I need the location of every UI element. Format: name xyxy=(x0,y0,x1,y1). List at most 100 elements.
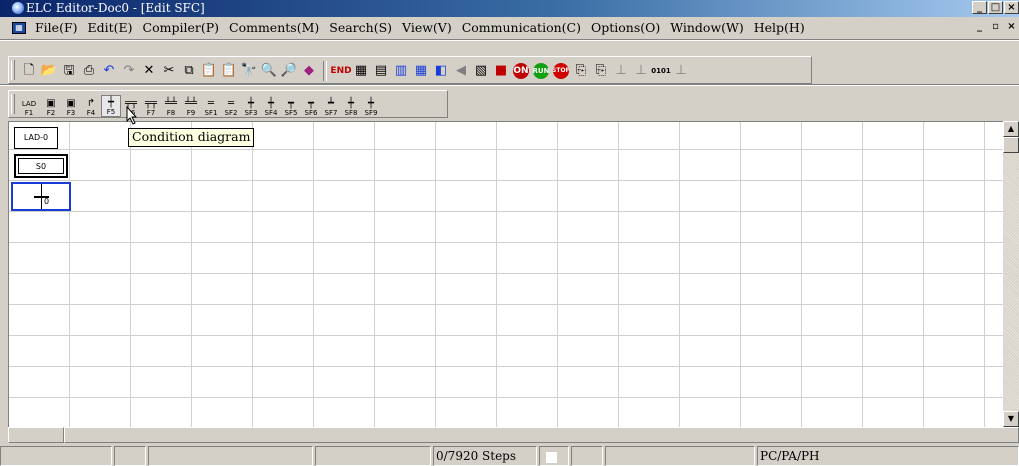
binary-icon[interactable]: 0101 xyxy=(651,61,671,81)
step-label: S0 xyxy=(18,158,64,174)
monitor-icon[interactable]: ▦ xyxy=(411,61,431,81)
menu-file[interactable]: File(F) xyxy=(30,19,83,37)
sf3-button[interactable]: ┿ SF3 xyxy=(241,95,261,118)
stepper-icon[interactable]: ▧ xyxy=(471,61,491,81)
sfc-editor-canvas[interactable] xyxy=(8,121,1004,428)
zoom-in-icon[interactable]: 🔍 xyxy=(259,61,279,81)
sheet-tab[interactable] xyxy=(8,427,64,443)
back-icon[interactable]: ◀ xyxy=(451,61,471,81)
stop-icon[interactable]: STOP xyxy=(553,63,569,79)
function-key-label: SF3 xyxy=(244,109,258,117)
minimize-button[interactable]: _ xyxy=(972,1,987,14)
download-icon[interactable]: ⎘ xyxy=(591,61,611,81)
function-key-label: F2 xyxy=(46,109,56,117)
indicator-box xyxy=(546,452,557,463)
convergence-icon: ╤╤ xyxy=(144,98,158,109)
doc-restore-button[interactable]: ▫ xyxy=(988,21,1003,34)
sf6-icon: ┯ xyxy=(307,98,315,109)
menu-communication[interactable]: Communication(C) xyxy=(457,19,586,37)
window-controls: _ □ × xyxy=(971,1,1019,14)
mouse-cursor-icon xyxy=(126,106,138,125)
function-key-label: F3 xyxy=(66,109,76,117)
ladder-mode-button[interactable]: LAD F1 xyxy=(19,95,39,117)
copy-icon[interactable]: ⧉ xyxy=(179,61,199,81)
scroll-down-button[interactable]: ▼ xyxy=(1003,411,1019,427)
code-icon[interactable]: ⊥ xyxy=(631,61,651,81)
doc-minimize-button[interactable]: _ xyxy=(972,21,987,34)
menu-search[interactable]: Search(S) xyxy=(324,19,397,37)
scroll-thumb[interactable] xyxy=(1003,137,1019,153)
delete-icon[interactable]: ✕ xyxy=(139,61,159,81)
find-icon[interactable]: 🔭 xyxy=(239,61,259,81)
tooltip: Condition diagram xyxy=(128,128,255,147)
sf1-button[interactable]: ═ SF1 xyxy=(201,95,221,118)
module-icon[interactable]: ▤ xyxy=(371,61,391,81)
sf2-button[interactable]: ═ SF2 xyxy=(221,95,241,118)
status-pane-7 xyxy=(605,446,755,466)
lad-block[interactable]: LAD-0 xyxy=(14,127,58,149)
sf8-button[interactable]: ┿ SF8 xyxy=(341,95,361,118)
vertical-scrollbar[interactable]: ▲ ▼ xyxy=(1003,121,1019,427)
function-key-label: SF4 xyxy=(264,109,278,117)
menu-window[interactable]: Window(W) xyxy=(665,19,749,37)
zoom-out-icon[interactable]: 🔎 xyxy=(279,61,299,81)
step-initial-button[interactable]: ▣ F2 xyxy=(41,95,61,118)
sf5-button[interactable]: ┯ SF5 xyxy=(281,95,301,118)
sf6-button[interactable]: ┯ SF6 xyxy=(301,95,321,118)
sheet-tab-strip xyxy=(8,427,1019,443)
output-icon[interactable]: ⊥ xyxy=(671,61,691,81)
convergence-2-icon: ╧╧ xyxy=(184,98,198,109)
toolbar-grip[interactable] xyxy=(11,60,15,80)
run-icon[interactable]: RUN xyxy=(533,63,549,79)
new-icon[interactable]: 🗋 xyxy=(19,61,39,81)
menu-comments[interactable]: Comments(M) xyxy=(224,19,324,37)
maximize-button[interactable]: □ xyxy=(988,1,1003,14)
undo-icon[interactable]: ↶ xyxy=(99,61,119,81)
divergence-2-button[interactable]: ╧╧ F8 xyxy=(161,95,181,118)
document-menu-icon[interactable]: ▦ xyxy=(12,22,26,34)
step-button[interactable]: ▣ F3 xyxy=(61,95,81,118)
horizontal-scrollbar[interactable] xyxy=(64,427,1019,443)
function-key-label: F1 xyxy=(24,109,34,117)
sf1-icon: ═ xyxy=(207,98,215,109)
menu-view[interactable]: View(V) xyxy=(397,19,457,37)
app-icon[interactable] xyxy=(12,2,24,14)
sf4-button[interactable]: ┿ SF4 xyxy=(261,95,281,118)
menu-edit[interactable]: Edit(E) xyxy=(83,19,138,37)
scroll-up-button[interactable]: ▲ xyxy=(1003,121,1019,137)
print-icon[interactable]: ⎙ xyxy=(79,61,99,81)
jump-icon: ↱ xyxy=(86,98,96,109)
open-icon[interactable]: 📂 xyxy=(39,61,59,81)
sf9-button[interactable]: ┿ SF9 xyxy=(361,95,381,118)
initial-step-block[interactable]: S0 xyxy=(14,154,68,178)
paste-special-icon[interactable]: 📋 xyxy=(219,61,239,81)
model-status: PC/PA/PH xyxy=(757,446,1019,466)
ladder-grid-icon[interactable]: ▦ xyxy=(351,61,371,81)
sf4-icon: ┿ xyxy=(267,98,275,109)
menu-options[interactable]: Options(O) xyxy=(586,19,665,37)
convergence-2-button[interactable]: ╧╧ F9 xyxy=(181,95,201,118)
close-button[interactable]: × xyxy=(1004,1,1019,14)
menu-compiler[interactable]: Compiler(P) xyxy=(138,19,224,37)
condition-diagram-button[interactable]: ┿ F5 xyxy=(101,95,121,117)
end-icon[interactable]: END xyxy=(331,61,351,81)
sf7-button[interactable]: ┷ SF7 xyxy=(321,95,341,118)
jump-button[interactable]: ↱ F4 xyxy=(81,95,101,118)
table-icon[interactable]: ▥ xyxy=(391,61,411,81)
cut-icon[interactable]: ✂ xyxy=(159,61,179,81)
menu-help[interactable]: Help(H) xyxy=(749,19,810,37)
transition-cell[interactable]: 0 xyxy=(11,182,71,211)
function-key-label: F5 xyxy=(106,108,116,116)
settings-icon[interactable]: ◆ xyxy=(299,61,319,81)
redo-icon[interactable]: ↷ xyxy=(119,61,139,81)
online-icon[interactable]: ON xyxy=(513,63,529,79)
upload-icon[interactable]: ⎘ xyxy=(571,61,591,81)
toolbar-grip-2[interactable] xyxy=(11,94,15,114)
plc-icon[interactable]: ■ xyxy=(491,61,511,81)
contact-icon[interactable]: ⊥ xyxy=(611,61,631,81)
paste-icon[interactable]: 📋 xyxy=(199,61,219,81)
device-icon[interactable]: ◧ xyxy=(431,61,451,81)
doc-close-button[interactable]: × xyxy=(1004,21,1019,34)
save-icon[interactable]: 🖫 xyxy=(59,61,79,81)
convergence-button[interactable]: ╤╤ F7 xyxy=(141,95,161,118)
